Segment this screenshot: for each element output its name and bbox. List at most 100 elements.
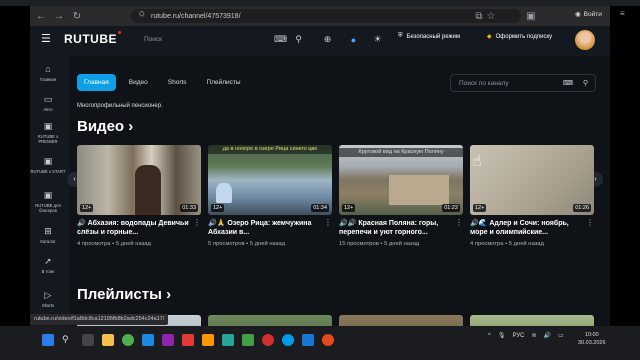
channel-search-placeholder: Поиск по каналу <box>459 80 509 87</box>
task-view-icon[interactable] <box>82 334 94 346</box>
browser-menu-icon[interactable]: ≡ <box>620 9 625 18</box>
tab-shorts[interactable]: Shorts <box>161 74 194 91</box>
start-icon: ▣ <box>43 156 53 166</box>
videos-title-text: Видео <box>77 118 125 135</box>
app-icon[interactable] <box>322 334 334 346</box>
video-views: 4 просмотра <box>470 241 504 247</box>
subscribe-button[interactable]: ◆ Оформить подписку <box>487 33 552 41</box>
more-options-icon[interactable]: ⋮ <box>455 218 463 227</box>
age-rating-badge: 12+ <box>211 204 225 212</box>
notifications-icon[interactable]: ● <box>348 34 359 45</box>
video-thumbnail[interactable]: ☝ 12+ 01:26 <box>470 145 594 215</box>
video-title[interactable]: 🔊🙏 Озеро Рица: жемчужина Абхазии в... <box>208 219 332 237</box>
more-options-icon[interactable]: ⋮ <box>324 218 332 227</box>
app-icon[interactable] <box>302 334 314 346</box>
microphone-icon[interactable]: 🎙 <box>498 332 506 339</box>
sidebar-item-label: RUTUBE x START <box>30 169 66 174</box>
url-text: rutube.ru/channel/47573918/ <box>151 12 241 20</box>
video-age: 5 дней назад <box>249 241 285 247</box>
chrome-icon[interactable] <box>122 334 134 346</box>
sidebar-item-catalog[interactable]: ⊞ Каталог <box>30 226 66 244</box>
person-figure <box>135 165 161 215</box>
thumbnail-overlay-text: Круговой вид на Красную Поляну <box>339 148 463 157</box>
forward-icon[interactable]: → <box>52 9 66 23</box>
safe-mode-label: Безопасный режим <box>406 33 461 40</box>
login-label: Войти <box>583 10 602 18</box>
chevron-right-icon: › <box>128 118 134 135</box>
battery-icon[interactable]: ▭ <box>558 332 564 339</box>
duration-badge: 01:22 <box>442 204 460 212</box>
channel-tabs: Главная Видео Shorts Плейлисты <box>77 74 248 91</box>
sidebar-item-label: В топе <box>41 269 55 274</box>
language-indicator[interactable]: РУС <box>512 333 524 339</box>
search-icon[interactable]: ⚲ <box>583 79 588 87</box>
video-title[interactable]: 🔊 Абхазия: водопады Девичьи слёзы и горн… <box>77 219 201 237</box>
app-icon[interactable] <box>242 334 254 346</box>
rutube-logo[interactable]: RUTUBE <box>64 31 121 46</box>
extensions-icon[interactable]: ▣ <box>524 9 538 23</box>
start-icon[interactable] <box>42 334 54 346</box>
reload-icon[interactable]: ↻ <box>70 9 84 23</box>
video-thumbnail[interactable]: да в нояоре в озере Рица синего цве 12+ … <box>208 145 332 215</box>
chevron-up-icon[interactable]: ^ <box>488 333 491 339</box>
address-bar[interactable]: ⛭ rutube.ru/channel/47573918/ <box>131 9 521 23</box>
search-icon[interactable]: ⚲ <box>62 334 74 346</box>
sidebar-item-bloggers[interactable]: ▣ RUTUBE для блогеров <box>30 190 66 213</box>
safe-mode-button[interactable]: ⛨ Безопасный режим <box>398 33 460 40</box>
upload-icon[interactable]: ⊕ <box>322 34 333 45</box>
video-age: 5 дней назад <box>508 241 544 247</box>
playlists-section-title[interactable]: Плейлисты › <box>77 286 171 303</box>
more-options-icon[interactable]: ⋮ <box>586 218 594 227</box>
wifi-icon[interactable]: ≋ <box>531 332 536 339</box>
videos-section-title[interactable]: Видео › <box>77 118 133 135</box>
sidebar-item-start[interactable]: ▣ RUTUBE x START <box>30 156 66 174</box>
age-rating-badge: 12+ <box>342 204 356 212</box>
sidebar-item-label: Shorts <box>41 303 55 308</box>
sidebar-item-home[interactable]: ⌂ Главная <box>30 64 66 82</box>
file-explorer-icon[interactable] <box>102 334 114 346</box>
channel-description: Многопрофильный пенсионер. <box>77 103 163 109</box>
app-icon[interactable] <box>182 334 194 346</box>
duration-badge: 01:34 <box>311 204 329 212</box>
sidebar-item-premier[interactable]: ▣ RUTUBE x PREMIER <box>30 121 66 144</box>
app-icon[interactable] <box>222 334 234 346</box>
keyboard-icon[interactable]: ⌨ <box>563 79 573 87</box>
avatar[interactable] <box>575 30 595 50</box>
app-icon[interactable] <box>202 334 214 346</box>
browser-login-button[interactable]: ◉ Войти <box>575 10 602 19</box>
video-title[interactable]: 🔊🌊 Адлер и Сочи: ноябрь, море и олимпийс… <box>470 219 594 237</box>
theme-icon[interactable]: ☀ <box>372 34 383 45</box>
playlist-thumbnail[interactable] <box>470 315 594 326</box>
video-card[interactable]: Круговой вид на Красную Поляну 12+ 01:22… <box>339 145 463 247</box>
video-title[interactable]: 🔊🔊 Красная Поляна: горы, перепечи и уют … <box>339 219 463 237</box>
app-icon[interactable] <box>162 334 174 346</box>
tab-videos[interactable]: Видео <box>122 74 155 91</box>
clock[interactable]: 10:00 30.03.2026 <box>578 331 606 347</box>
profile-icon: ◉ <box>575 11 581 18</box>
site-info-icon[interactable]: ⛭ <box>139 11 145 19</box>
system-tray: ^ 🎙 РУС ≋ 🔊 ▭ <box>488 332 564 340</box>
video-card[interactable]: 12+ 01:33 🔊 Абхазия: водопады Девичьи сл… <box>77 145 201 247</box>
playlist-thumbnail[interactable] <box>208 315 332 326</box>
sidebar-item-shorts[interactable]: ▷ Shorts <box>30 290 66 308</box>
keyboard-icon[interactable]: ⌨ <box>274 34 287 45</box>
yandex-browser-icon[interactable] <box>262 334 274 346</box>
video-card[interactable]: да в нояоре в озере Рица синего цве 12+ … <box>208 145 332 247</box>
channel-search-input[interactable]: Поиск по каналу ⌨ ⚲ <box>450 74 596 92</box>
sidebar-item-top[interactable]: ➚ В топе <box>30 256 66 274</box>
bookmark-star-icon[interactable]: ☆ <box>484 9 498 23</box>
tab-home[interactable]: Главная <box>77 74 116 91</box>
video-thumbnail[interactable]: 12+ 01:33 <box>77 145 201 215</box>
search-icon[interactable]: ⚲ <box>293 34 304 45</box>
edge-icon[interactable] <box>282 334 294 346</box>
playlist-thumbnail[interactable] <box>339 315 463 326</box>
volume-icon[interactable]: 🔊 <box>544 332 551 339</box>
more-options-icon[interactable]: ⋮ <box>193 218 201 227</box>
video-thumbnail[interactable]: Круговой вид на Красную Поляну 12+ 01:22 <box>339 145 463 215</box>
video-card[interactable]: ☝ 12+ 01:26 🔊🌊 Адлер и Сочи: ноябрь, мор… <box>470 145 594 247</box>
menu-icon[interactable]: ☰ <box>41 34 52 45</box>
tab-playlists[interactable]: Плейлисты <box>200 74 248 91</box>
app-icon[interactable] <box>142 334 154 346</box>
sidebar-item-auto[interactable]: ▭ Авто <box>30 94 66 112</box>
back-icon[interactable]: ← <box>34 9 48 23</box>
